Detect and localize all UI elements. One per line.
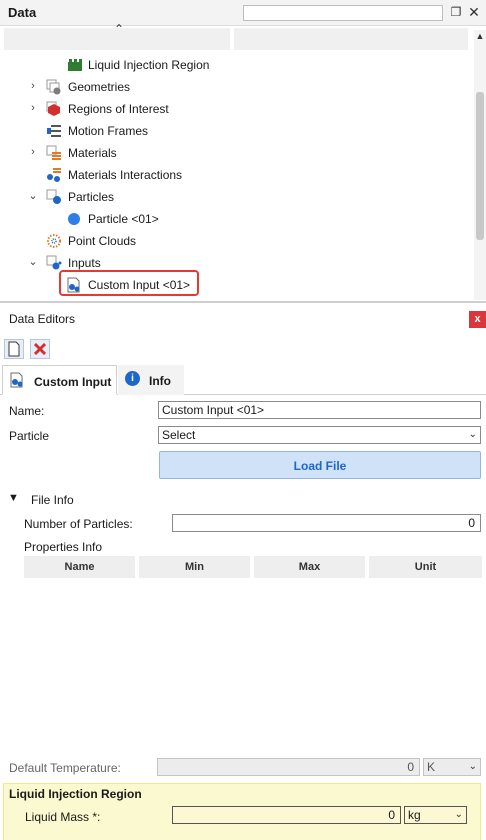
data-search-input[interactable]: [243, 5, 443, 21]
tree-item-label: Inputs: [68, 256, 101, 270]
tree-item-label: Geometries: [68, 80, 131, 94]
tree-column-header-name[interactable]: ⌃: [4, 22, 230, 50]
number-of-particles-label: Number of Particles:: [24, 517, 133, 531]
liquid-section-title: Liquid Injection Region: [9, 787, 142, 801]
tree-item-label: Liquid Injection Region: [88, 58, 210, 72]
scroll-up-icon[interactable]: ▲: [474, 30, 486, 42]
expand-chevron-icon[interactable]: ›: [26, 145, 40, 159]
tree-item-label: Materials: [68, 146, 117, 160]
editor-tabs: Custom Input i Info: [0, 365, 486, 395]
name-field[interactable]: Custom Input <01>: [158, 401, 481, 419]
default-temperature-field: 0: [157, 758, 420, 776]
column-header-min[interactable]: Min: [139, 556, 250, 578]
custom-input-icon: [10, 372, 23, 388]
delete-button[interactable]: [30, 339, 50, 359]
tree-item-motion-frames[interactable]: Motion Frames: [0, 120, 472, 142]
geometries-folder-icon: [46, 79, 61, 95]
liquid-mass-unit-select[interactable]: kg ⌄: [404, 806, 467, 824]
column-header-name[interactable]: Name: [24, 556, 135, 578]
temperature-unit-value: K: [427, 760, 436, 774]
particle-dot-icon: [68, 213, 80, 225]
column-header-unit[interactable]: Unit: [369, 556, 482, 578]
collapse-chevron-icon[interactable]: ⌄: [26, 189, 40, 203]
point-clouds-icon: [47, 234, 61, 248]
chevron-down-icon: ⌄: [468, 429, 477, 440]
tree-item-label: Particle <01>: [88, 212, 159, 226]
tree-column-header-value[interactable]: [234, 28, 468, 50]
collapse-triangle-icon[interactable]: ▼: [8, 492, 19, 504]
close-editors-button[interactable]: x: [469, 311, 486, 328]
expand-chevron-icon[interactable]: ›: [26, 101, 40, 115]
tree-item-materials[interactable]: › Materials: [0, 142, 472, 164]
tree-item-label: Materials Interactions: [68, 168, 183, 182]
motion-frames-icon: [47, 125, 61, 137]
tree-item-particle-01[interactable]: Particle <01>: [0, 208, 472, 230]
data-tree: Liquid Injection Region › Geometries › R…: [0, 54, 472, 300]
particle-select[interactable]: Select ⌄: [158, 426, 481, 444]
data-editors-panel: Data Editors x Custom Input i Info Name:…: [0, 301, 486, 840]
scrollbar-thumb[interactable]: [476, 92, 484, 240]
properties-table-header: Name Min Max Unit: [24, 556, 482, 578]
data-panel-title: Data: [8, 5, 37, 20]
delete-x-icon: [33, 342, 47, 356]
properties-info-label: Properties Info: [24, 540, 103, 554]
collapse-chevron-icon[interactable]: ⌄: [26, 255, 40, 269]
column-header-max[interactable]: Max: [254, 556, 365, 578]
tab-label: Info: [149, 374, 171, 388]
info-icon: i: [125, 371, 140, 386]
liquid-mass-unit-value: kg: [408, 808, 421, 822]
data-editors-title: Data Editors: [9, 312, 76, 326]
tree-item-label: Motion Frames: [68, 124, 149, 138]
close-panel-icon[interactable]: ✕: [466, 4, 482, 20]
new-document-button[interactable]: [4, 339, 24, 359]
chevron-down-icon: ⌄: [454, 809, 463, 820]
tree-item-label: Regions of Interest: [68, 102, 169, 116]
inputs-folder-icon: [46, 255, 62, 270]
data-panel-header: Data ❐ ✕: [0, 0, 486, 26]
materials-folder-icon: [46, 145, 61, 160]
selection-highlight-box: [59, 270, 199, 296]
name-label: Name:: [9, 404, 45, 418]
tree-item-geometries[interactable]: › Geometries: [0, 76, 472, 98]
sort-up-icon: ⌃: [114, 22, 125, 36]
particle-select-value: Select: [162, 428, 196, 442]
temperature-unit-select: K ⌄: [423, 758, 481, 776]
new-document-icon: [8, 341, 20, 357]
liquid-injection-region-section: Liquid Injection Region Liquid Mass *: 0…: [3, 783, 481, 840]
tree-item-particles[interactable]: ⌄ Particles: [0, 186, 472, 208]
tab-custom-input[interactable]: Custom Input: [2, 365, 117, 395]
load-file-label: Load File: [293, 459, 347, 473]
tree-vertical-scrollbar[interactable]: ▲: [474, 30, 486, 300]
tab-label: Custom Input: [34, 375, 112, 389]
tree-item-regions-of-interest[interactable]: › Regions of Interest: [0, 98, 472, 120]
expand-chevron-icon[interactable]: ›: [26, 79, 40, 93]
particles-folder-icon: [46, 189, 61, 204]
liquid-injection-region-icon: [68, 59, 82, 71]
number-of-particles-field[interactable]: 0: [172, 514, 481, 532]
tree-item-materials-interactions[interactable]: Materials Interactions: [0, 164, 472, 186]
tree-column-headers: ⌃: [0, 22, 486, 52]
chevron-down-icon: ⌄: [468, 761, 477, 772]
regions-of-interest-folder-icon: [46, 101, 60, 116]
liquid-mass-label: Liquid Mass *:: [25, 810, 101, 824]
tree-item-label: Point Clouds: [68, 234, 137, 248]
tab-info[interactable]: i Info: [118, 365, 184, 395]
liquid-mass-field[interactable]: 0: [172, 806, 401, 824]
load-file-button[interactable]: Load File: [159, 451, 481, 479]
tree-item-point-clouds[interactable]: Point Clouds: [0, 230, 472, 252]
data-panel: Data ❐ ✕ ⌃ Liquid Injection Region › Geo…: [0, 0, 486, 300]
tree-item-liquid-injection-region[interactable]: Liquid Injection Region: [0, 54, 472, 76]
particle-label: Particle: [9, 429, 50, 443]
float-panel-icon[interactable]: ❐: [448, 4, 464, 20]
tree-item-label: Particles: [68, 190, 115, 204]
default-temperature-label: Default Temperature:: [9, 761, 121, 775]
materials-interactions-icon: [47, 168, 61, 182]
file-info-label: File Info: [31, 493, 74, 507]
